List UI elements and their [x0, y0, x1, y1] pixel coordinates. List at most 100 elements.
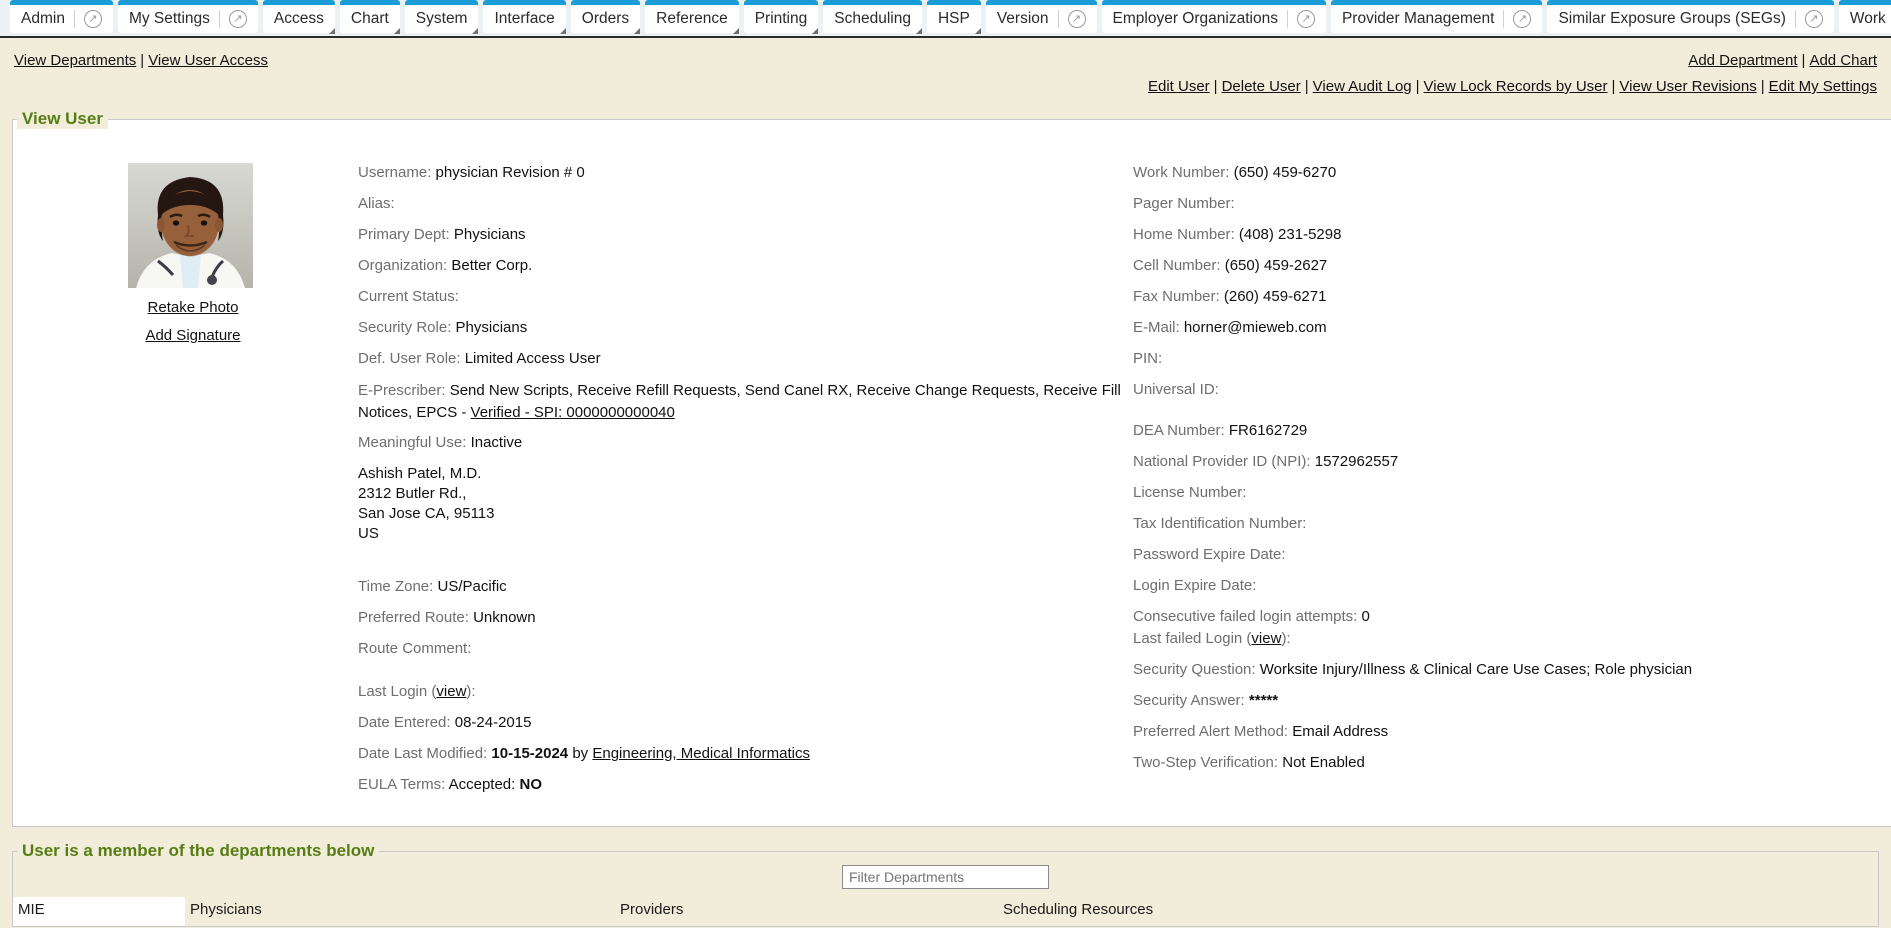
- tab-access[interactable]: Access: [263, 0, 335, 33]
- field-login-expire: Login Expire Date:: [1133, 576, 1891, 595]
- field-license-number: License Number:: [1133, 483, 1891, 502]
- popout-icon[interactable]: ↗: [229, 10, 247, 28]
- add-chart-link[interactable]: Add Chart: [1809, 52, 1877, 69]
- field-two-step: Two-Step Verification: Not Enabled: [1133, 753, 1891, 772]
- link-separator: |: [1612, 78, 1616, 95]
- modified-by-user-link[interactable]: Engineering, Medical Informatics: [592, 745, 810, 762]
- add-department-link[interactable]: Add Department: [1688, 52, 1797, 69]
- popout-icon[interactable]: ↗: [1068, 10, 1086, 28]
- edit-user-link[interactable]: Edit User: [1148, 78, 1210, 95]
- field-preferred-alert: Preferred Alert Method: Email Address: [1133, 722, 1891, 741]
- tab-employer-organizations[interactable]: Employer Organizations ↗: [1102, 0, 1326, 33]
- tab-label: Employer Organizations: [1113, 10, 1278, 28]
- address-city: San Jose CA, 95113: [358, 504, 1133, 524]
- tab-label: Access: [274, 10, 324, 28]
- tab-provider-management[interactable]: Provider Management ↗: [1331, 0, 1543, 33]
- delete-user-link[interactable]: Delete User: [1222, 78, 1301, 95]
- field-date-entered: Date Entered: 08-24-2015: [358, 713, 1133, 732]
- field-home-number: Home Number: (408) 231-5298: [1133, 225, 1891, 244]
- field-def-user-role: Def. User Role: Limited Access User: [358, 349, 1133, 368]
- retake-photo-link[interactable]: Retake Photo: [128, 299, 258, 316]
- dropdown-corner-icon: [975, 28, 981, 34]
- field-cell-number: Cell Number: (650) 459-2627: [1133, 256, 1891, 275]
- popout-icon[interactable]: ↗: [1805, 10, 1823, 28]
- link-separator: |: [1761, 78, 1765, 95]
- address-name: Ashish Patel, M.D.: [358, 464, 1133, 484]
- tab-label: Printing: [755, 10, 808, 28]
- field-date-last-modified: Date Last Modified: 10-15-2024 by Engine…: [358, 744, 1133, 763]
- tab-label: Orders: [582, 10, 629, 28]
- tab-label: HSP: [938, 10, 970, 28]
- field-pager-number: Pager Number:: [1133, 194, 1891, 213]
- tab-separator: [1795, 10, 1796, 28]
- add-signature-link[interactable]: Add Signature: [128, 327, 258, 344]
- link-separator: |: [1214, 78, 1218, 95]
- address-street: 2312 Butler Rd.,: [358, 484, 1133, 504]
- field-npi: National Provider ID (NPI): 1572962557: [1133, 452, 1891, 471]
- department-cell[interactable]: Scheduling Resources: [998, 897, 1878, 926]
- tab-my-settings[interactable]: My Settings ↗: [118, 0, 258, 33]
- departments-table: MIE Physicians Providers Scheduling Reso…: [13, 897, 1878, 926]
- last-failed-login-view-link[interactable]: view: [1251, 630, 1281, 647]
- link-separator: |: [1802, 52, 1806, 69]
- tab-label: My Settings: [129, 10, 210, 28]
- photo-column: Retake Photo Add Signature: [13, 163, 358, 806]
- filter-departments-input[interactable]: [842, 865, 1049, 889]
- field-work-number: Work Number: (650) 459-6270: [1133, 163, 1891, 182]
- epcs-verified-spi-link[interactable]: Verified - SPI: 0000000000040: [471, 404, 675, 421]
- department-row[interactable]: MIE Physicians Providers Scheduling Reso…: [13, 897, 1878, 926]
- tab-scheduling[interactable]: Scheduling: [823, 0, 922, 33]
- view-user-revisions-link[interactable]: View User Revisions: [1619, 78, 1756, 95]
- tab-work-locations[interactable]: Work Locations ↗: [1839, 0, 1891, 33]
- nav-divider: [0, 36, 1891, 38]
- field-route-comment: Route Comment:: [358, 639, 1133, 658]
- tab-similar-exposure-groups[interactable]: Similar Exposure Groups (SEGs) ↗: [1547, 0, 1833, 33]
- tab-label: Similar Exposure Groups (SEGs): [1558, 10, 1785, 28]
- field-security-role: Security Role: Physicians: [358, 318, 1133, 337]
- tab-hsp[interactable]: HSP: [927, 0, 981, 33]
- toolbar-row-1: View Departments | View User Access Add De…: [14, 52, 1877, 69]
- tab-chart[interactable]: Chart: [340, 0, 400, 33]
- user-address: Ashish Patel, M.D. 2312 Butler Rd., San …: [358, 464, 1133, 544]
- department-cell[interactable]: Providers: [615, 897, 998, 926]
- tab-separator: [74, 10, 75, 28]
- view-departments-link[interactable]: View Departments: [14, 52, 136, 69]
- tab-printing[interactable]: Printing: [744, 0, 819, 33]
- view-audit-log-link[interactable]: View Audit Log: [1313, 78, 1412, 95]
- tab-separator: [219, 10, 220, 28]
- tab-interface[interactable]: Interface: [483, 0, 565, 33]
- address-country: US: [358, 524, 1133, 544]
- popout-icon[interactable]: ↗: [84, 10, 102, 28]
- dropdown-corner-icon: [560, 28, 566, 34]
- tab-label: Chart: [351, 10, 389, 28]
- field-alias: Alias:: [358, 194, 1133, 213]
- last-login-view-link[interactable]: view: [436, 683, 466, 700]
- tab-separator: [1503, 10, 1504, 28]
- tab-label: Reference: [656, 10, 728, 28]
- popout-icon[interactable]: ↗: [1297, 10, 1315, 28]
- field-password-expire: Password Expire Date:: [1133, 545, 1891, 564]
- view-lock-records-link[interactable]: View Lock Records by User: [1424, 78, 1608, 95]
- tab-reference[interactable]: Reference: [645, 0, 739, 33]
- department-cell[interactable]: Physicians: [185, 897, 615, 926]
- dropdown-corner-icon: [472, 28, 478, 34]
- dropdown-corner-icon: [733, 28, 739, 34]
- tab-orders[interactable]: Orders: [571, 0, 640, 33]
- edit-my-settings-link[interactable]: Edit My Settings: [1769, 78, 1877, 95]
- tab-label: Scheduling: [834, 10, 911, 28]
- tab-version[interactable]: Version ↗: [986, 0, 1097, 33]
- field-security-answer: Security Answer: *****: [1133, 691, 1891, 710]
- field-meaningful-use: Meaningful Use: Inactive: [358, 433, 1133, 452]
- popout-icon[interactable]: ↗: [1513, 10, 1531, 28]
- field-security-question: Security Question: Worksite Injury/Illne…: [1133, 660, 1891, 679]
- department-cell[interactable]: MIE: [13, 897, 185, 926]
- tab-label: Version: [997, 10, 1049, 28]
- field-universal-id: Universal ID:: [1133, 380, 1891, 399]
- view-user-access-link[interactable]: View User Access: [148, 52, 268, 69]
- right-links: Add Department |Add Chart: [1688, 52, 1877, 69]
- tab-system[interactable]: System: [405, 0, 479, 33]
- tab-separator: [1058, 10, 1059, 28]
- field-email: E-Mail: horner@mieweb.com: [1133, 318, 1891, 337]
- departments-legend: User is a member of the departments belo…: [17, 841, 379, 861]
- tab-admin[interactable]: Admin ↗: [10, 0, 113, 33]
